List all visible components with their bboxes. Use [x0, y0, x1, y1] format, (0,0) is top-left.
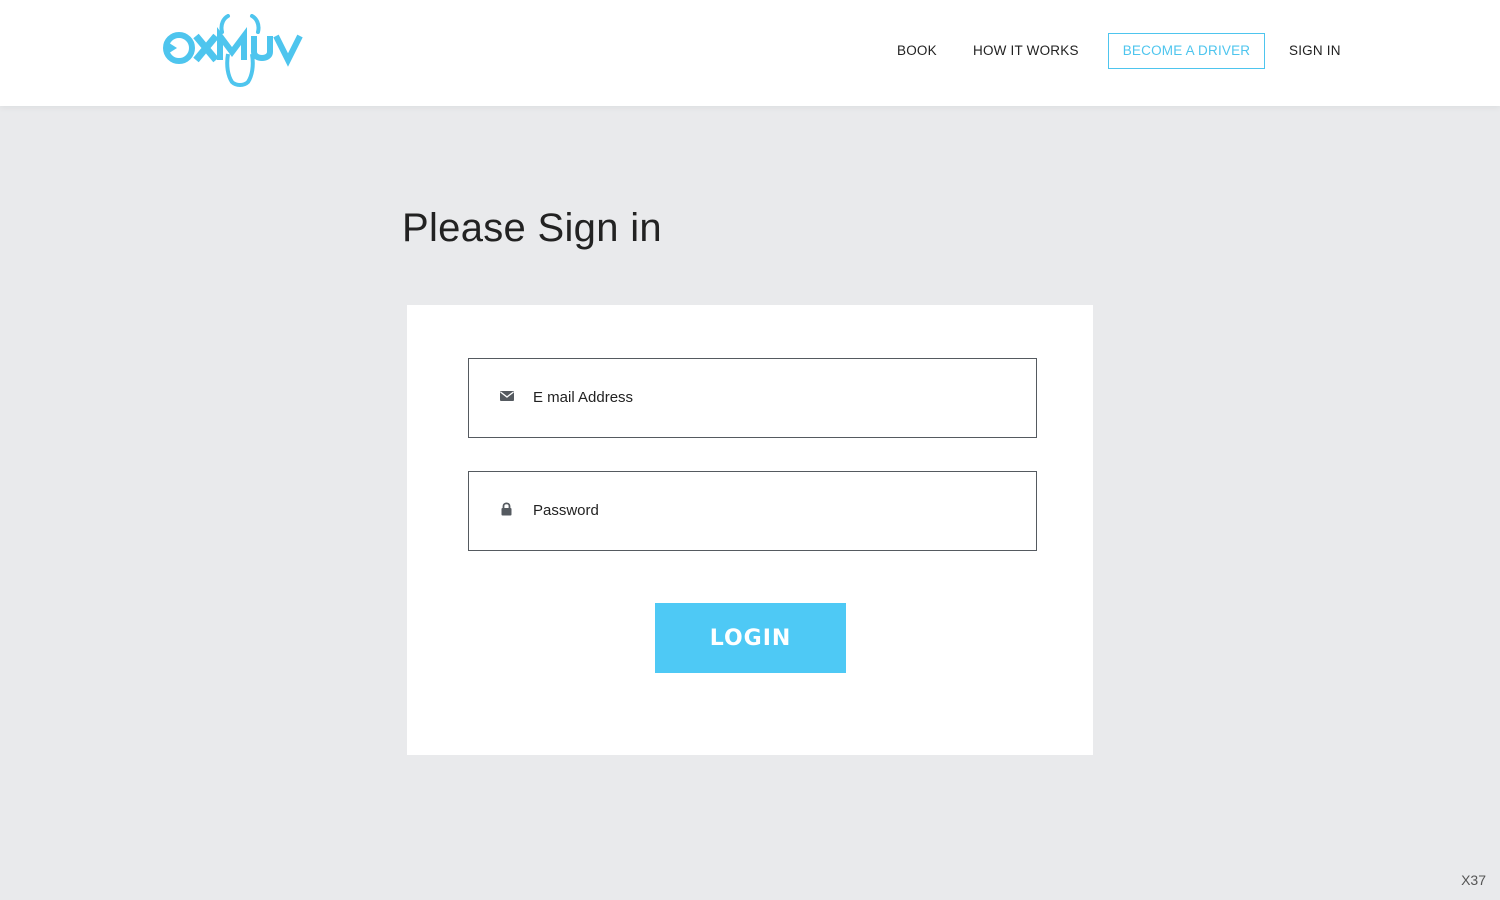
nav-become-driver-button[interactable]: BECOME A DRIVER [1108, 33, 1265, 69]
nav-how-it-works-link[interactable]: HOW IT WORKS [973, 33, 1079, 69]
email-field[interactable] [468, 358, 1037, 438]
site-header: BOOK HOW IT WORKS BECOME A DRIVER SIGN I… [0, 0, 1500, 106]
login-button[interactable]: LOGIN [655, 603, 846, 673]
password-input[interactable] [533, 472, 1013, 548]
lock-icon [499, 501, 515, 517]
brand-logo[interactable] [162, 14, 314, 88]
corner-tag: X37 [1461, 872, 1486, 888]
nav-book-link[interactable]: BOOK [897, 33, 937, 69]
email-input[interactable] [533, 359, 1013, 435]
envelope-icon [499, 388, 515, 404]
sign-in-card: LOGIN [407, 305, 1093, 755]
password-field[interactable] [468, 471, 1037, 551]
oxmuv-logo-icon [163, 14, 303, 87]
nav-sign-in-link[interactable]: SIGN IN [1289, 33, 1341, 69]
page-title: Please Sign in [402, 206, 662, 250]
